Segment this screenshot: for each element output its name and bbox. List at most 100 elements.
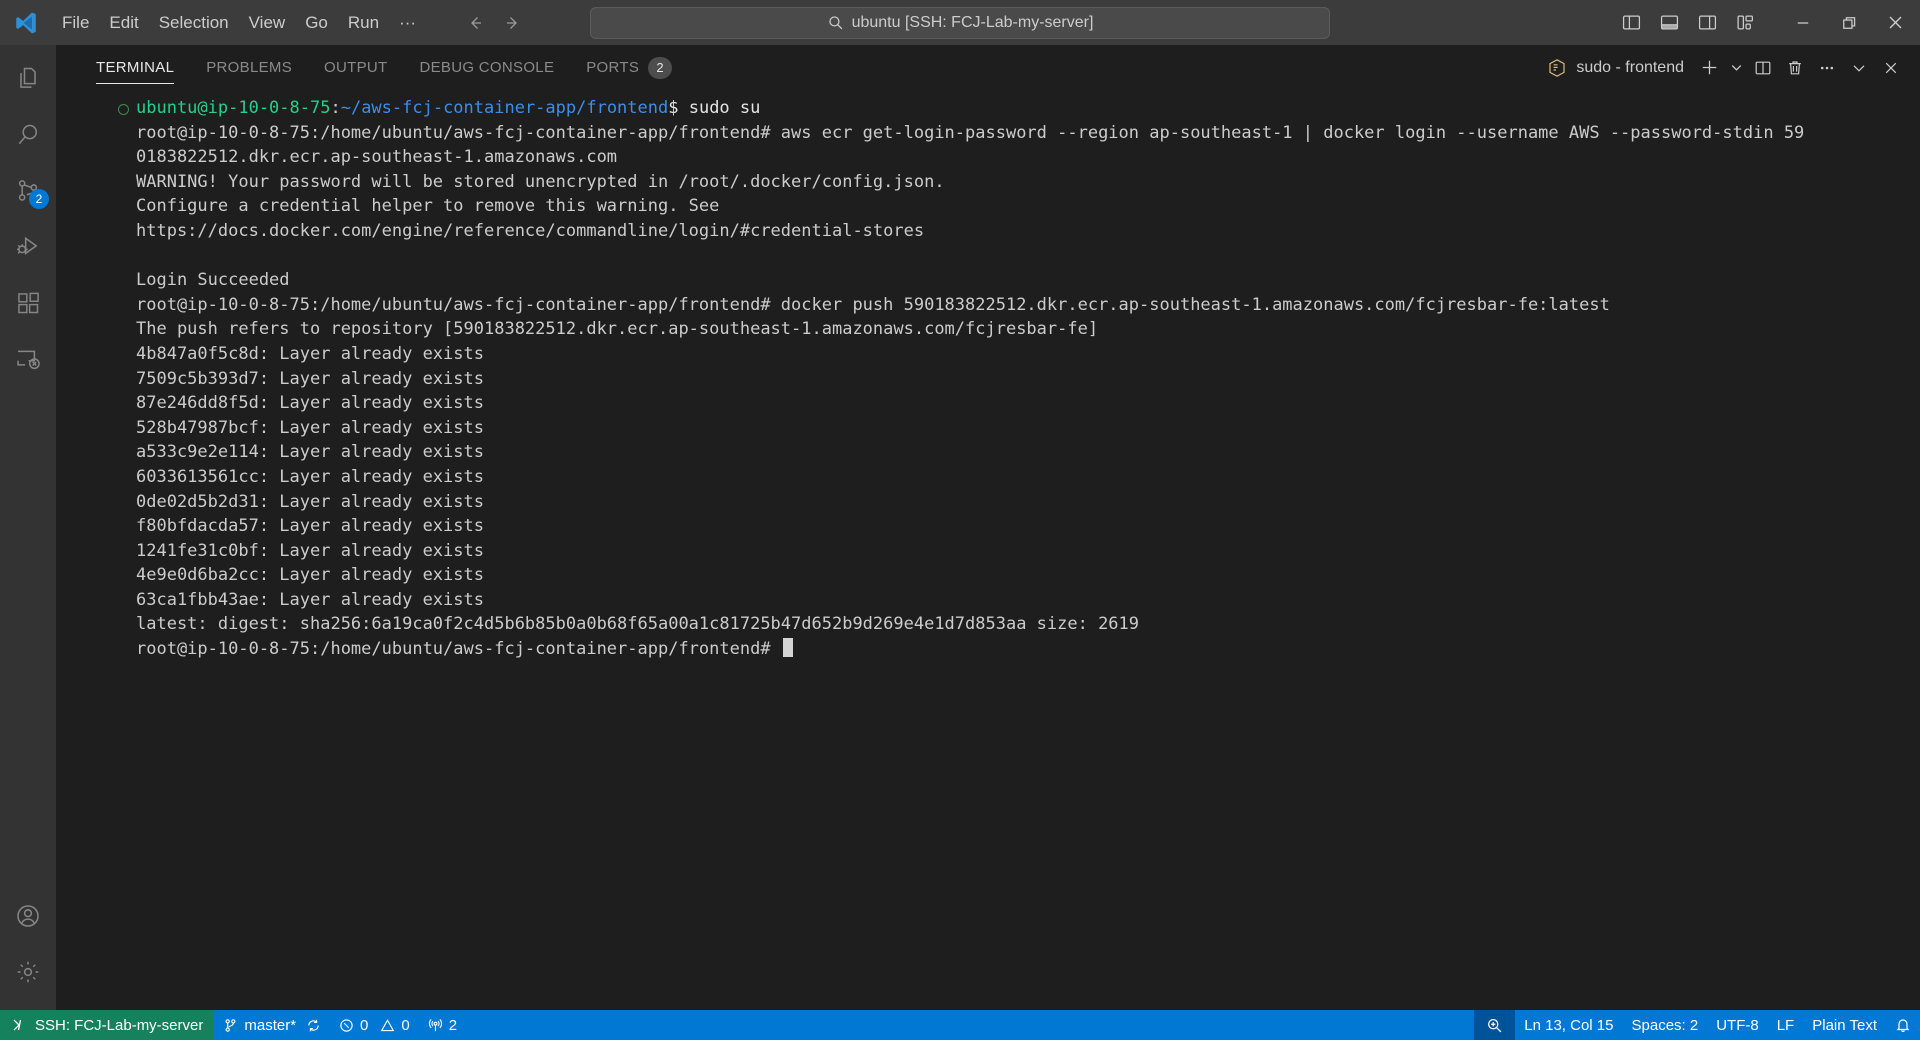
split-terminal-button[interactable] — [1748, 53, 1778, 83]
terminal-instance-label: sudo - frontend — [1576, 58, 1684, 76]
status-remote-host[interactable]: SSH: FCJ-Lab-my-server — [0, 1010, 215, 1040]
gear-icon — [14, 958, 42, 986]
vscode-logo-icon — [0, 0, 52, 45]
restore-button[interactable] — [1826, 0, 1872, 45]
status-remote-label: SSH: FCJ-Lab-my-server — [35, 1016, 204, 1034]
terminal-line: https://docs.docker.com/engine/reference… — [136, 220, 925, 241]
arrow-left-icon[interactable] — [462, 9, 490, 37]
terminal-line: 63ca1fbb43ae: Layer already exists — [136, 589, 484, 610]
hide-panel-button[interactable] — [1844, 53, 1874, 83]
sidebar-item-extensions[interactable] — [0, 275, 56, 331]
close-panel-button[interactable] — [1876, 53, 1906, 83]
terminal-line: 7509c5b393d7: Layer already exists — [136, 368, 484, 389]
tab-output-label: OUTPUT — [324, 59, 388, 76]
terminal-line: Configure a credential helper to remove … — [136, 196, 720, 217]
terminal-line: 4b847a0f5c8d: Layer already exists — [136, 343, 484, 364]
search-icon — [827, 14, 844, 31]
menu-edit[interactable]: Edit — [99, 8, 148, 38]
close-button[interactable] — [1872, 0, 1918, 45]
activity-bar: 2 — [0, 45, 56, 1010]
toggle-panel-icon[interactable] — [1652, 6, 1686, 40]
toggle-secondary-sidebar-icon[interactable] — [1690, 6, 1724, 40]
prompt-command: sudo su — [688, 98, 761, 118]
panel-more-actions-button[interactable] — [1812, 53, 1842, 83]
tab-debug-console[interactable]: DEBUG CONSOLE — [403, 45, 570, 90]
minimize-button[interactable] — [1780, 0, 1826, 45]
command-center[interactable]: ubuntu [SSH: FCJ-Lab-my-server] — [590, 6, 1330, 39]
radio-tower-icon — [428, 1018, 443, 1033]
tab-ports[interactable]: PORTS 2 — [570, 45, 688, 90]
status-ports-count: 2 — [448, 1016, 458, 1034]
kill-terminal-button[interactable] — [1780, 53, 1810, 83]
ports-badge: 2 — [648, 56, 673, 79]
status-branch[interactable]: master* — [214, 1010, 330, 1040]
terminal-line: The push refers to repository [590183822… — [136, 319, 1099, 340]
terminal-active-prompt: root@ip-10-0-8-75:/home/ubuntu/aws-fcj-c… — [56, 637, 1920, 662]
customize-layout-icon[interactable] — [1728, 6, 1762, 40]
menu-go[interactable]: Go — [295, 8, 338, 38]
terminal-line: root@ip-10-0-8-75:/home/ubuntu/aws-fcj-c… — [136, 294, 1610, 315]
remote-explorer-icon — [14, 345, 42, 373]
notifications-button[interactable] — [1886, 1010, 1920, 1040]
terminal-line: 4e9e0d6ba2cc: Layer already exists — [136, 565, 484, 586]
run-and-debug-icon — [14, 233, 42, 261]
terminal-instance[interactable]: sudo - frontend — [1547, 58, 1684, 78]
terminal-line: 0183822512.dkr.ecr.ap-southeast-1.amazon… — [136, 147, 618, 168]
sidebar-item-run-debug[interactable] — [0, 219, 56, 275]
tab-problems[interactable]: PROBLEMS — [190, 45, 308, 90]
terminal-output[interactable]: ubuntu@ip-10-0-8-75:~/aws-fcj-container-… — [56, 90, 1920, 1010]
language-mode[interactable]: Plain Text — [1803, 1010, 1886, 1040]
encoding[interactable]: UTF-8 — [1707, 1010, 1768, 1040]
tab-debug-console-label: DEBUG CONSOLE — [419, 59, 555, 76]
terminal-profile-dropdown[interactable] — [1726, 53, 1746, 83]
terminal-cube-icon — [1547, 58, 1567, 78]
terminal-cursor — [782, 638, 793, 658]
status-bar-right: Ln 13, Col 15 Spaces: 2 UTF-8 LF Plain T… — [1474, 1010, 1920, 1040]
tab-ports-label: PORTS — [586, 59, 640, 76]
workbench-body: 2 TERMINAL PROBLEMS OUTPUT DEBUG CONSOLE… — [0, 45, 1920, 1010]
prompt-path: ~/aws-fcj-container-app/frontend — [340, 98, 669, 118]
settings-button[interactable] — [0, 944, 56, 1000]
eol[interactable]: LF — [1768, 1010, 1804, 1040]
active-prompt-text: root@ip-10-0-8-75:/home/ubuntu/aws-fcj-c… — [136, 639, 781, 660]
terminal-prompt-line: ubuntu@ip-10-0-8-75:~/aws-fcj-container-… — [56, 96, 1920, 121]
sidebar-item-source-control[interactable]: 2 — [0, 163, 56, 219]
status-warning-count: 0 — [401, 1016, 410, 1034]
terminal-line: 6033613561cc: Layer already exists — [136, 466, 484, 487]
layout-controls — [1614, 6, 1762, 40]
prompt-user-host: ubuntu@ip-10-0-8-75 — [136, 98, 331, 118]
status-ports[interactable]: 2 — [419, 1010, 466, 1040]
prompt-sigil: $ — [668, 98, 689, 118]
tab-problems-label: PROBLEMS — [206, 59, 293, 76]
panel-tab-list: TERMINAL PROBLEMS OUTPUT DEBUG CONSOLE P… — [80, 45, 688, 90]
screencast-zoom-icon[interactable] — [1474, 1010, 1516, 1040]
terminal-line: root@ip-10-0-8-75:/home/ubuntu/aws-fcj-c… — [136, 122, 1805, 143]
terminal-line: 0de02d5b2d31: Layer already exists — [136, 491, 484, 512]
menu-selection[interactable]: Selection — [149, 8, 239, 38]
toggle-primary-sidebar-icon[interactable] — [1614, 6, 1648, 40]
sidebar-item-remote-explorer[interactable] — [0, 331, 56, 387]
account-button[interactable] — [0, 888, 56, 944]
new-terminal-button[interactable] — [1694, 53, 1724, 83]
sidebar-item-search[interactable] — [0, 107, 56, 163]
account-icon — [14, 902, 42, 930]
editor-position[interactable]: Ln 13, Col 15 — [1515, 1010, 1622, 1040]
tab-output[interactable]: OUTPUT — [308, 45, 403, 90]
menu-more[interactable]: ··· — [389, 8, 426, 38]
status-bar: SSH: FCJ-Lab-my-server master* 0 0 2 Ln … — [0, 1010, 1920, 1040]
prompt-separator: : — [330, 98, 341, 118]
tab-terminal-label: TERMINAL — [96, 59, 175, 76]
menu-file[interactable]: File — [52, 8, 99, 38]
menu-view[interactable]: View — [239, 8, 296, 38]
extensions-icon — [15, 290, 42, 317]
panel-header: TERMINAL PROBLEMS OUTPUT DEBUG CONSOLE P… — [56, 45, 1920, 90]
menu-run[interactable]: Run — [338, 8, 389, 38]
tab-terminal[interactable]: TERMINAL — [80, 45, 190, 90]
terminal-line: f80bfdacda57: Layer already exists — [136, 516, 484, 537]
panel-actions: sudo - frontend — [1547, 53, 1914, 83]
status-problems[interactable]: 0 0 — [330, 1010, 419, 1040]
vscode-window: File Edit Selection View Go Run ··· ubun… — [0, 0, 1920, 1040]
sidebar-item-explorer[interactable] — [0, 51, 56, 107]
arrow-right-icon[interactable] — [498, 9, 526, 37]
indentation[interactable]: Spaces: 2 — [1623, 1010, 1708, 1040]
